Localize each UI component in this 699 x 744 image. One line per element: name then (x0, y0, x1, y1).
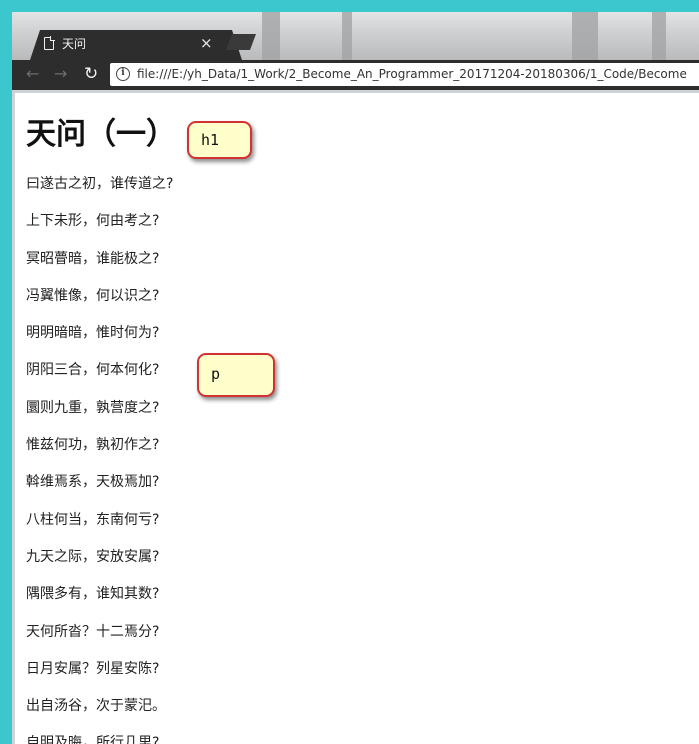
browser-toolbar: ← → ↻ i file:///E:/yh_Data/1_Work/2_Beco… (12, 60, 699, 90)
poem-line: 冯翼惟像，何以识之? (26, 287, 160, 304)
back-button[interactable]: ← (26, 64, 39, 84)
tab-title: 天问 (62, 37, 87, 51)
browser-tab[interactable]: 天问 × (30, 30, 242, 60)
poem-line: 出自汤谷，次于蒙汜。 (26, 698, 166, 715)
tab-close-button[interactable]: × (200, 35, 213, 51)
poem-line: 圜则九重，孰营度之? (26, 399, 160, 416)
page-content: 天问（一） 曰遂古之初，谁传道之? 上下未形，何由考之? 冥昭瞢暗，谁能极之? … (15, 93, 699, 744)
arrow-right-icon: → (54, 64, 68, 83)
poem-lines: 曰遂古之初，谁传道之? 上下未形，何由考之? 冥昭瞢暗，谁能极之? 冯翼惟像，何… (26, 175, 173, 744)
browser-window: 天问 × ← → ↻ i file:///E:/yh_Data/1_Work/2… (12, 12, 699, 744)
h1-tag-callout: h1 (187, 121, 252, 159)
forward-button[interactable]: → (54, 64, 67, 84)
page-heading: 天问（一） (26, 117, 176, 152)
frame-decoration (342, 12, 352, 60)
arrow-left-icon: ← (26, 64, 40, 83)
poem-line: 八柱何当，东南何亏? (26, 511, 160, 528)
address-bar[interactable]: i file:///E:/yh_Data/1_Work/2_Become_An_… (110, 63, 699, 86)
reload-icon: ↻ (84, 64, 99, 84)
p-tag-callout: p (197, 353, 275, 397)
poem-line: 九天之际，安放安属? (26, 548, 160, 565)
page-icon (44, 36, 55, 50)
poem-line: 隅隈多有，谁知其数? (26, 586, 160, 603)
poem-line: 上下未形，何由考之? (26, 213, 160, 230)
poem-line: 阴阳三合，何本何化? (26, 362, 160, 379)
poem-line: 惟兹何功，孰初作之? (26, 437, 160, 454)
poem-line: 斡维焉系，天极焉加? (26, 474, 160, 491)
poem-line: 日月安属？列星安陈? (26, 660, 160, 677)
url-text[interactable]: file:///E:/yh_Data/1_Work/2_Become_An_Pr… (137, 67, 687, 82)
poem-line: 自明及晦，所行几里? (26, 735, 160, 744)
window-frame: 天问 × (12, 12, 699, 60)
info-icon[interactable]: i (116, 67, 130, 81)
poem-line: 冥昭瞢暗，谁能极之? (26, 250, 160, 267)
poem-line: 明明暗暗，惟时何为? (26, 325, 160, 342)
reload-button[interactable]: ↻ (84, 64, 98, 84)
poem-line: 天何所沓？十二焉分? (26, 623, 160, 640)
frame-decoration (262, 12, 280, 60)
poem-line: 曰遂古之初，谁传道之? (26, 176, 174, 192)
frame-decoration (572, 12, 598, 60)
frame-decoration (652, 12, 666, 60)
